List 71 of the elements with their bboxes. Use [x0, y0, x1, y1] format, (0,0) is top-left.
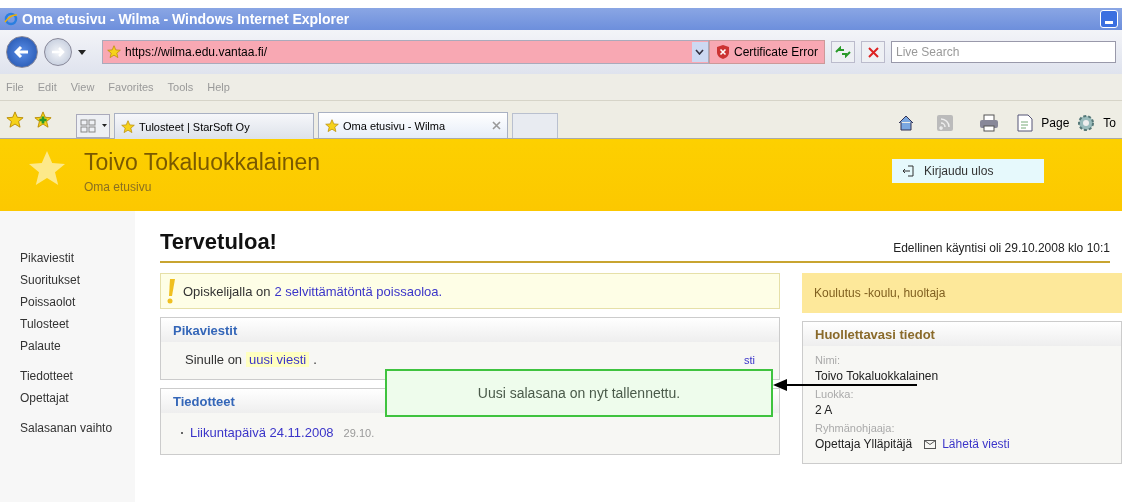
search-field[interactable]: Live Search [891, 41, 1116, 63]
field-value: 2 A [815, 403, 833, 417]
sidebar-link[interactable]: Tiedotteet [20, 369, 135, 383]
user-name: Toivo Tokaluokkalainen [84, 149, 321, 176]
browser-logo-icon [4, 12, 18, 26]
add-favorite-icon[interactable] [34, 110, 52, 129]
message-text: Sinulle on [185, 352, 243, 367]
field-label: Ryhmänohjaaja: [815, 422, 896, 434]
field-label: Luokka: [815, 388, 855, 400]
alert-text: Opiskelijalla on [183, 283, 271, 299]
gear-icon[interactable] [1077, 114, 1096, 132]
star-icon [107, 45, 121, 59]
new-message-link[interactable]: uusi viesti [246, 352, 310, 367]
field-value: Opettaja Ylläpitäjä [815, 437, 913, 451]
back-button[interactable] [6, 36, 38, 68]
message-link[interactable]: sti [744, 353, 755, 366]
close-icon[interactable] [492, 121, 501, 130]
browser-tab[interactable]: Tulosteet | StarSoft Oy [114, 113, 314, 139]
chevron-down-icon [695, 49, 705, 55]
window-title: Oma etusivu - Wilma - Windows Internet Explorer [22, 11, 351, 27]
envelope-icon [924, 439, 937, 449]
printer-icon[interactable] [979, 114, 1000, 132]
sidebar-link[interactable]: Pikaviestit [20, 251, 135, 265]
field-label: Nimi: [815, 354, 842, 366]
notification-box: Uusi salasana on nyt tallennettu. [385, 369, 773, 417]
role-banner: Koulutus -koulu, huoltaja [802, 273, 1122, 313]
certificate-error-button[interactable]: Certificate Error [708, 40, 825, 64]
stop-button[interactable] [861, 41, 885, 63]
arrow-icon [773, 378, 917, 392]
logout-button[interactable]: Kirjaudu ulos [892, 159, 1044, 183]
star-icon [6, 110, 24, 129]
page-subtitle: Oma etusivu [84, 180, 153, 194]
absences-link[interactable]: 2 selvittämätöntä poissaoloa. [274, 283, 443, 299]
address-field[interactable]: https://wilma.edu.vantaa.fi/ [102, 40, 709, 64]
address-dropdown-button[interactable] [691, 42, 708, 62]
close-icon [867, 46, 879, 58]
page-icon[interactable] [1017, 114, 1034, 132]
last-visit-text: Edellinen käyntisi oli 29.10.2008 klo 10:1 [893, 241, 1110, 255]
page-heading: Tervetuloa! [160, 229, 277, 255]
field-value: Toivo Tokaluokkalainen [815, 369, 939, 383]
bulletin-link[interactable]: Liikuntapäivä 24.11.2008 [190, 425, 334, 440]
bulletin-date: 29.10. [343, 426, 375, 439]
logout-icon [902, 165, 914, 177]
forward-arrow-icon [51, 46, 65, 58]
star-icon [325, 118, 339, 133]
sidebar-link[interactable]: Tulosteet [20, 317, 135, 331]
sidebar-link[interactable]: Opettajat [20, 391, 135, 405]
panel-title: Pikaviestit [173, 322, 238, 338]
sidebar-link[interactable]: Palaute [20, 339, 135, 353]
card-title: Huollettavasi tiedot [803, 322, 1121, 346]
sidebar-link[interactable]: Salasanan vaihto [20, 421, 135, 435]
dropdown-caret-icon[interactable] [78, 49, 86, 55]
panel-title: Tiedotteet [173, 393, 235, 409]
shield-x-icon [715, 44, 730, 60]
sidebar-link[interactable]: Poissaolot [20, 295, 135, 309]
period-text: . [313, 352, 317, 367]
exclamation-icon [167, 278, 175, 304]
browser-tab[interactable]: Oma etusivu - Wilma [318, 112, 508, 138]
forward-button[interactable] [44, 38, 72, 66]
url-text: https://wilma.edu.vantaa.fi/ [125, 45, 269, 59]
refresh-arrows-icon [835, 46, 851, 58]
back-arrow-icon [14, 45, 30, 59]
send-message-link[interactable]: Lähetä viesti [942, 437, 1010, 451]
refresh-button[interactable] [831, 41, 855, 63]
sidebar-link[interactable]: Suoritukset [20, 273, 135, 287]
star-icon [121, 119, 135, 134]
page-menu-button[interactable]: Page [1041, 116, 1070, 130]
minimize-button[interactable] [1100, 10, 1118, 28]
tools-menu-button[interactable]: To [1103, 116, 1116, 130]
quick-tabs-icon[interactable] [76, 114, 110, 138]
home-icon[interactable] [897, 114, 916, 132]
